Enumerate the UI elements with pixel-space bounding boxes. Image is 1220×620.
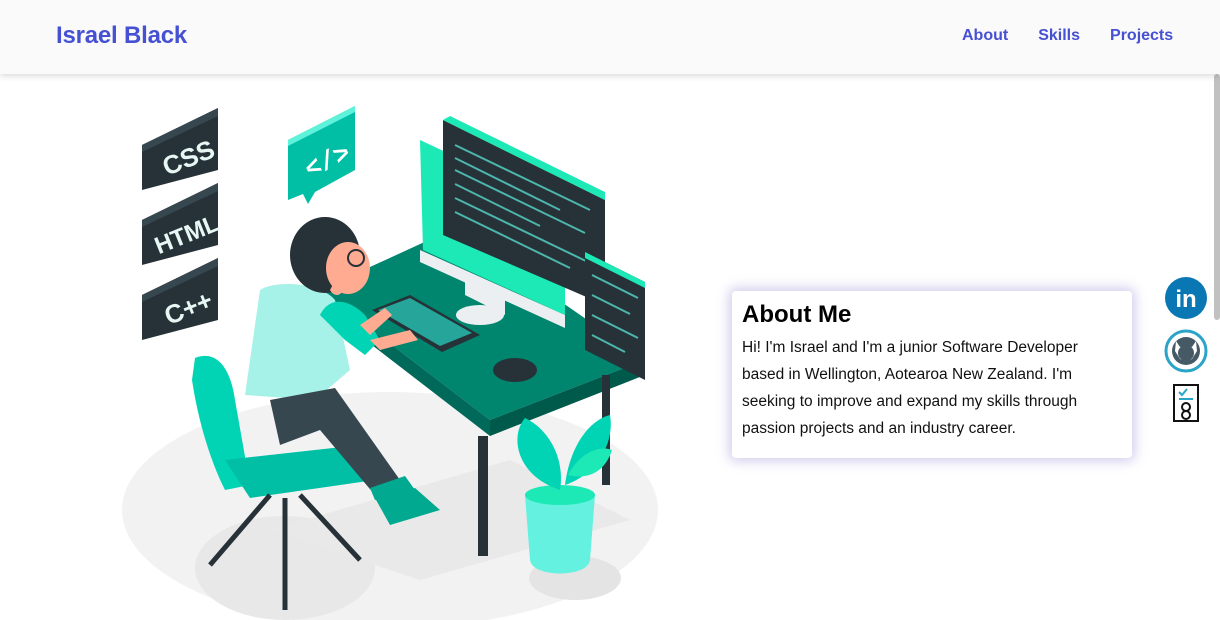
svg-text:in: in (1175, 286, 1196, 313)
brand-link[interactable]: Israel Black (56, 22, 187, 50)
github-link[interactable] (1164, 329, 1208, 378)
about-me-card: About Me Hi! I'm Israel and I'm a junior… (732, 291, 1132, 458)
mouse (493, 358, 537, 382)
html-badge: HTML (142, 183, 223, 265)
page-scrollbar[interactable] (1214, 74, 1220, 320)
nav-link-skills[interactable]: Skills (1038, 27, 1080, 45)
linkedin-icon[interactable]: in (1164, 276, 1208, 325)
resume-icon[interactable] (1172, 384, 1200, 427)
nav-link-projects[interactable]: Projects (1110, 27, 1173, 45)
about-me-title: About Me (742, 301, 852, 328)
css-badge: CSS (142, 108, 219, 190)
developer-illustration: CSS HTML C++ </> (122, 106, 658, 620)
linkedin-link[interactable]: in (1164, 276, 1208, 325)
code-bubble-icon: </> (288, 106, 355, 204)
nav-link-about[interactable]: About (962, 27, 1008, 45)
top-navbar: Israel Black About Skills Projects (0, 0, 1220, 74)
resume-link[interactable] (1172, 384, 1200, 427)
nav-links: About Skills Projects (962, 27, 1203, 45)
github-icon[interactable] (1164, 329, 1208, 378)
about-me-text: Hi! I'm Israel and I'm a junior Software… (742, 339, 1078, 437)
cpp-badge: C++ (142, 258, 218, 340)
